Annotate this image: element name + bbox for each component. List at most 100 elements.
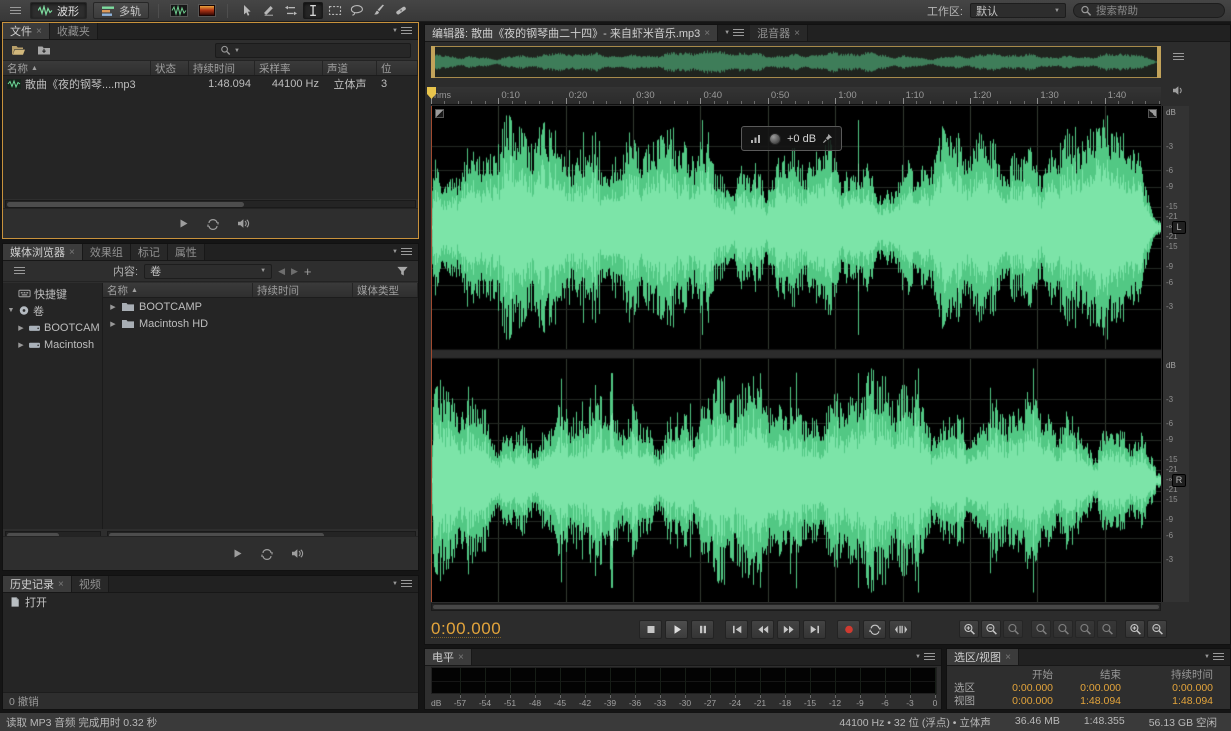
channel-badge-left[interactable]: L	[1172, 221, 1186, 234]
panel-menu-icon[interactable]: ▼	[909, 649, 941, 665]
media-row-macintosh-hd[interactable]: ▶ Macintosh HD	[103, 315, 418, 332]
pin-icon[interactable]	[822, 133, 833, 144]
fade-out-handle[interactable]	[1148, 109, 1157, 118]
tab-editor[interactable]: 编辑器: 散曲《夜的钢琴曲二十四》- 来自虾米音乐.mp3 ×	[425, 25, 718, 41]
expand-closed-icon[interactable]: ▶	[17, 324, 25, 332]
preview-play-icon[interactable]	[227, 546, 247, 562]
zoom-in-selection-button[interactable]	[1031, 620, 1051, 638]
tab-mixer[interactable]: 混音器 ×	[750, 25, 808, 41]
media-row-bootcamp[interactable]: ▶ BOOTCAMP	[103, 298, 418, 315]
open-file-icon[interactable]	[8, 42, 28, 58]
stop-button[interactable]	[639, 620, 662, 639]
panel-menu-icon[interactable]: ▼	[386, 576, 418, 592]
panel-menu-icon[interactable]: ▼	[718, 25, 750, 41]
tree-item-volumes[interactable]: ▼ 卷	[3, 302, 102, 319]
zoom-in-time-button[interactable]	[959, 620, 979, 638]
preview-play-icon[interactable]	[173, 216, 193, 232]
files-search-input[interactable]	[243, 45, 406, 57]
hud-gain-value[interactable]: +0 dB	[787, 133, 816, 145]
zoom-navigator[interactable]	[431, 46, 1161, 78]
channel-badge-right[interactable]: R	[1172, 474, 1186, 487]
column-header[interactable]: 状态	[151, 61, 189, 75]
zoom-to-selection-button[interactable]	[1097, 620, 1117, 638]
tab-media-browser[interactable]: 媒体浏览器 ×	[3, 244, 83, 260]
column-header[interactable]: 持续时间	[189, 61, 255, 75]
tab-markers[interactable]: 标记	[131, 244, 168, 260]
tree-item-bootcamp[interactable]: ▶ BOOTCAM	[3, 319, 102, 336]
panel-menu-icon[interactable]: ▼	[386, 244, 418, 260]
amplitude-scale[interactable]: dB-3-3-6-6-9-9-15-15-21-21-∞LdB-3-3-6-6-…	[1162, 106, 1189, 602]
selection-end[interactable]: 0:00.000	[1057, 682, 1125, 694]
expand-closed-icon[interactable]: ▶	[17, 341, 25, 349]
close-tab-icon[interactable]: ×	[1005, 652, 1011, 663]
loop-preview-icon[interactable]	[203, 216, 223, 232]
zoom-in-amplitude-button[interactable]	[1125, 620, 1145, 638]
panel-menu-icon[interactable]: ▼	[386, 23, 418, 39]
zoom-full-button[interactable]	[1003, 620, 1023, 638]
razor-tool[interactable]	[259, 2, 279, 19]
zoom-selection-out-point-button[interactable]	[1075, 620, 1095, 638]
close-tab-icon[interactable]: ×	[36, 26, 42, 37]
close-tab-icon[interactable]: ×	[704, 28, 710, 39]
horizontal-scrollbar[interactable]	[5, 200, 416, 208]
zoom-selection-in-point-button[interactable]	[1053, 620, 1073, 638]
zoom-out-time-button[interactable]	[981, 620, 1001, 638]
tab-effects-rack[interactable]: 效果组	[83, 244, 131, 260]
auto-play-icon[interactable]	[233, 216, 253, 232]
column-header[interactable]: 媒体类型	[353, 283, 418, 297]
waveform-display[interactable]: +0 dB	[431, 106, 1161, 602]
zoom-out-amplitude-button[interactable]	[1147, 620, 1167, 638]
tab-history[interactable]: 历史记录 ×	[3, 576, 72, 592]
content-dropdown[interactable]: 卷 ▼	[144, 264, 272, 279]
navigator-right-handle[interactable]	[1157, 46, 1161, 78]
record-button[interactable]	[837, 620, 860, 639]
help-search-input[interactable]	[1096, 5, 1218, 17]
close-tab-icon[interactable]: ×	[58, 579, 64, 590]
show-waveform-icon[interactable]	[168, 2, 190, 19]
skip-selection-button[interactable]	[889, 620, 912, 639]
skip-to-end-button[interactable]	[803, 620, 826, 639]
help-search-box[interactable]	[1073, 3, 1225, 18]
tab-video[interactable]: 视频	[72, 576, 109, 592]
speaker-icon[interactable]	[1169, 82, 1187, 98]
filter-icon[interactable]	[392, 263, 412, 279]
file-row[interactable]: 散曲《夜的钢琴....mp3 1:48.094 44100 Hz 立体声 3	[3, 76, 418, 92]
rewind-button[interactable]	[751, 620, 774, 639]
move-tool[interactable]	[237, 2, 257, 19]
close-tab-icon[interactable]: ×	[69, 247, 75, 258]
history-item-open[interactable]: 打开	[3, 593, 418, 610]
loop-preview-icon[interactable]	[257, 546, 277, 562]
tab-favorites[interactable]: 收藏夹	[50, 23, 98, 39]
panel-menu-icon[interactable]: ▼	[1198, 649, 1230, 665]
multitrack-view-button[interactable]: 多轨	[93, 2, 149, 19]
playhead-time-display[interactable]: 0:00.000	[431, 620, 501, 639]
selection-start[interactable]: 0:00.000	[987, 682, 1057, 694]
show-spectral-icon[interactable]	[196, 2, 218, 19]
tab-selection-view[interactable]: 选区/视图 ×	[947, 649, 1019, 665]
back-icon[interactable]: ◀	[278, 266, 285, 277]
paintbrush-selection-tool[interactable]	[369, 2, 389, 19]
expand-closed-icon[interactable]: ▶	[109, 303, 117, 311]
slip-tool[interactable]	[281, 2, 301, 19]
waveform-view-button[interactable]: 波形	[30, 2, 87, 19]
auto-play-icon[interactable]	[287, 546, 307, 562]
tab-properties[interactable]: 属性	[168, 244, 205, 260]
tab-files[interactable]: 文件 ×	[3, 23, 50, 39]
files-search-box[interactable]: ▼	[215, 43, 411, 58]
loop-playback-button[interactable]	[863, 620, 886, 639]
column-header[interactable]: 声道	[323, 61, 377, 75]
list-icon[interactable]	[1169, 49, 1187, 65]
tab-levels[interactable]: 电平 ×	[425, 649, 472, 665]
view-duration[interactable]: 1:48.094	[1125, 695, 1217, 707]
volume-hud[interactable]: +0 dB	[741, 126, 842, 151]
time-selection-tool[interactable]	[303, 2, 323, 19]
column-header[interactable]: 持续时间	[253, 283, 353, 297]
marquee-selection-tool[interactable]	[325, 2, 345, 19]
spot-healing-brush-tool[interactable]	[391, 2, 411, 19]
column-header[interactable]: 位	[377, 61, 418, 75]
view-end[interactable]: 1:48.094	[1057, 695, 1125, 707]
workspace-dropdown[interactable]: 默认 ▼	[970, 3, 1066, 18]
add-shortcut-icon[interactable]: +	[304, 265, 312, 278]
volume-knob-icon[interactable]	[769, 133, 781, 145]
view-start[interactable]: 0:00.000	[987, 695, 1057, 707]
